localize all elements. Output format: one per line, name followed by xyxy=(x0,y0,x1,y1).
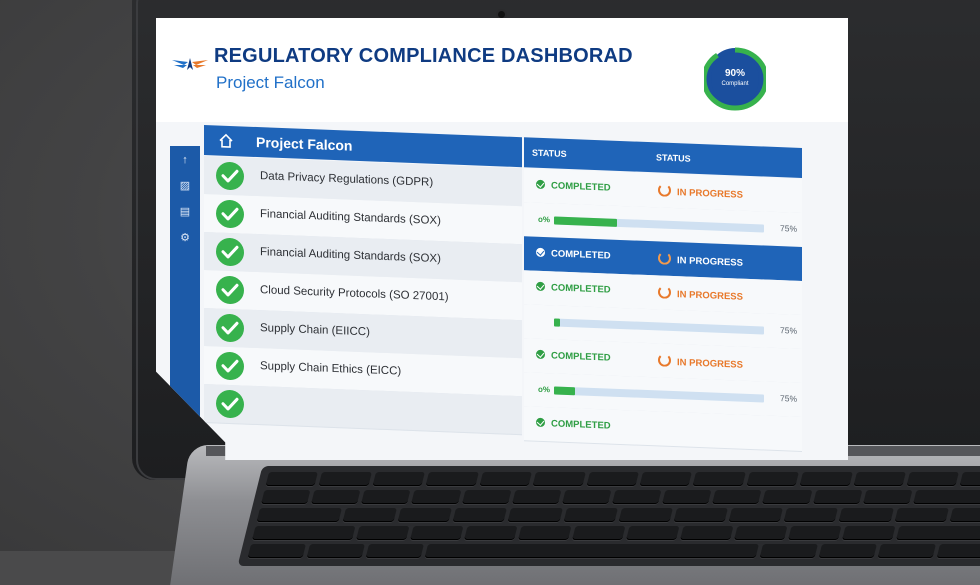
completed-label: COMPLETED xyxy=(551,418,611,432)
webcam-icon xyxy=(498,11,505,18)
completed-check-icon xyxy=(536,349,545,360)
status-completed: COMPLETED xyxy=(536,247,611,262)
dashboard-screen: REGULATORY COMPLIANCE DASHBORAD Project … xyxy=(156,18,848,460)
requirement-label: Supply Chain Ethics (EICC) xyxy=(260,360,402,378)
gauge-value: 90% xyxy=(724,68,745,79)
completed-label: COMPLETED xyxy=(551,350,611,364)
dashboard-header: REGULATORY COMPLIANCE DASHBORAD Project … xyxy=(156,18,848,122)
completed-check-icon xyxy=(536,281,545,292)
completed-check-icon xyxy=(536,179,545,190)
page-title: REGULATORY COMPLIANCE DASHBORAD xyxy=(214,45,633,67)
compliance-table: Project Falcon STATUS STATUS Data Privac… xyxy=(204,125,804,460)
status-in-progress: IN PROGRESS xyxy=(658,285,743,303)
status-in-progress: IN PROGRESS xyxy=(658,353,743,371)
progress-bar xyxy=(554,216,764,233)
check-icon xyxy=(216,161,244,191)
check-icon xyxy=(216,389,244,419)
chart-icon[interactable]: ▨ xyxy=(179,180,191,192)
status-column-header-2: STATUS xyxy=(656,152,691,164)
requirement-label: Financial Auditing Standards (SOX) xyxy=(260,246,441,266)
upload-icon[interactable]: ↑ xyxy=(179,154,191,166)
check-icon xyxy=(216,275,244,305)
progress-bar xyxy=(554,318,764,335)
requirement-label: Financial Auditing Standards (SOX) xyxy=(260,208,441,228)
completed-check-icon xyxy=(536,417,545,428)
status-in-progress: IN PROGRESS xyxy=(658,183,743,201)
keyboard xyxy=(237,466,980,566)
status-completed: COMPLETED xyxy=(536,349,611,364)
home-icon[interactable] xyxy=(218,133,234,150)
progress-bar xyxy=(554,386,764,403)
check-icon xyxy=(216,313,244,343)
progress-lead-label: o% xyxy=(538,384,550,395)
status-completed: COMPLETED xyxy=(536,179,611,194)
progress-percent: 75% xyxy=(780,223,798,234)
completed-label: COMPLETED xyxy=(551,180,611,194)
progress-ring-icon xyxy=(658,183,671,197)
progress-ring-icon xyxy=(658,353,671,367)
requirement-label: Cloud Security Protocols (SO 27001) xyxy=(260,284,449,304)
project-subtitle: Project Falcon xyxy=(216,73,325,92)
gauge-caption: Compliant xyxy=(721,81,749,87)
completed-label: COMPLETED xyxy=(551,282,611,296)
requirement-label: Data Privacy Regulations (GDPR) xyxy=(260,170,434,189)
status-completed: COMPLETED xyxy=(536,417,611,432)
check-icon xyxy=(216,199,244,229)
progress-bar-fill xyxy=(554,386,575,396)
status-column-header: STATUS xyxy=(532,147,567,159)
check-icon xyxy=(216,237,244,267)
gauge-label: 90% Compliant xyxy=(704,68,766,90)
progress-ring-icon xyxy=(658,285,671,299)
requirement-label: Supply Chain (EIICC) xyxy=(260,322,370,339)
in-progress-label: IN PROGRESS xyxy=(677,255,743,269)
in-progress-label: IN PROGRESS xyxy=(677,289,743,303)
progress-lead-label: o% xyxy=(538,214,550,225)
settings-icon[interactable]: ⚙ xyxy=(179,232,191,244)
document-icon[interactable]: ▤ xyxy=(179,206,191,218)
progress-percent: 75% xyxy=(780,393,798,404)
in-progress-label: IN PROGRESS xyxy=(677,187,743,201)
progress-bar-fill xyxy=(554,318,560,327)
logo-wing-icon xyxy=(172,58,208,70)
progress-bar-fill xyxy=(554,216,617,227)
status-completed: COMPLETED xyxy=(536,281,611,296)
progress-percent: 75% xyxy=(780,325,798,336)
table-section-title: Project Falcon xyxy=(256,133,353,154)
check-icon xyxy=(216,351,244,381)
progress-ring-icon xyxy=(658,251,671,265)
completed-label: COMPLETED xyxy=(551,248,611,262)
in-progress-label: IN PROGRESS xyxy=(677,357,743,371)
completed-check-icon xyxy=(536,247,545,258)
status-in-progress: IN PROGRESS xyxy=(658,251,743,269)
